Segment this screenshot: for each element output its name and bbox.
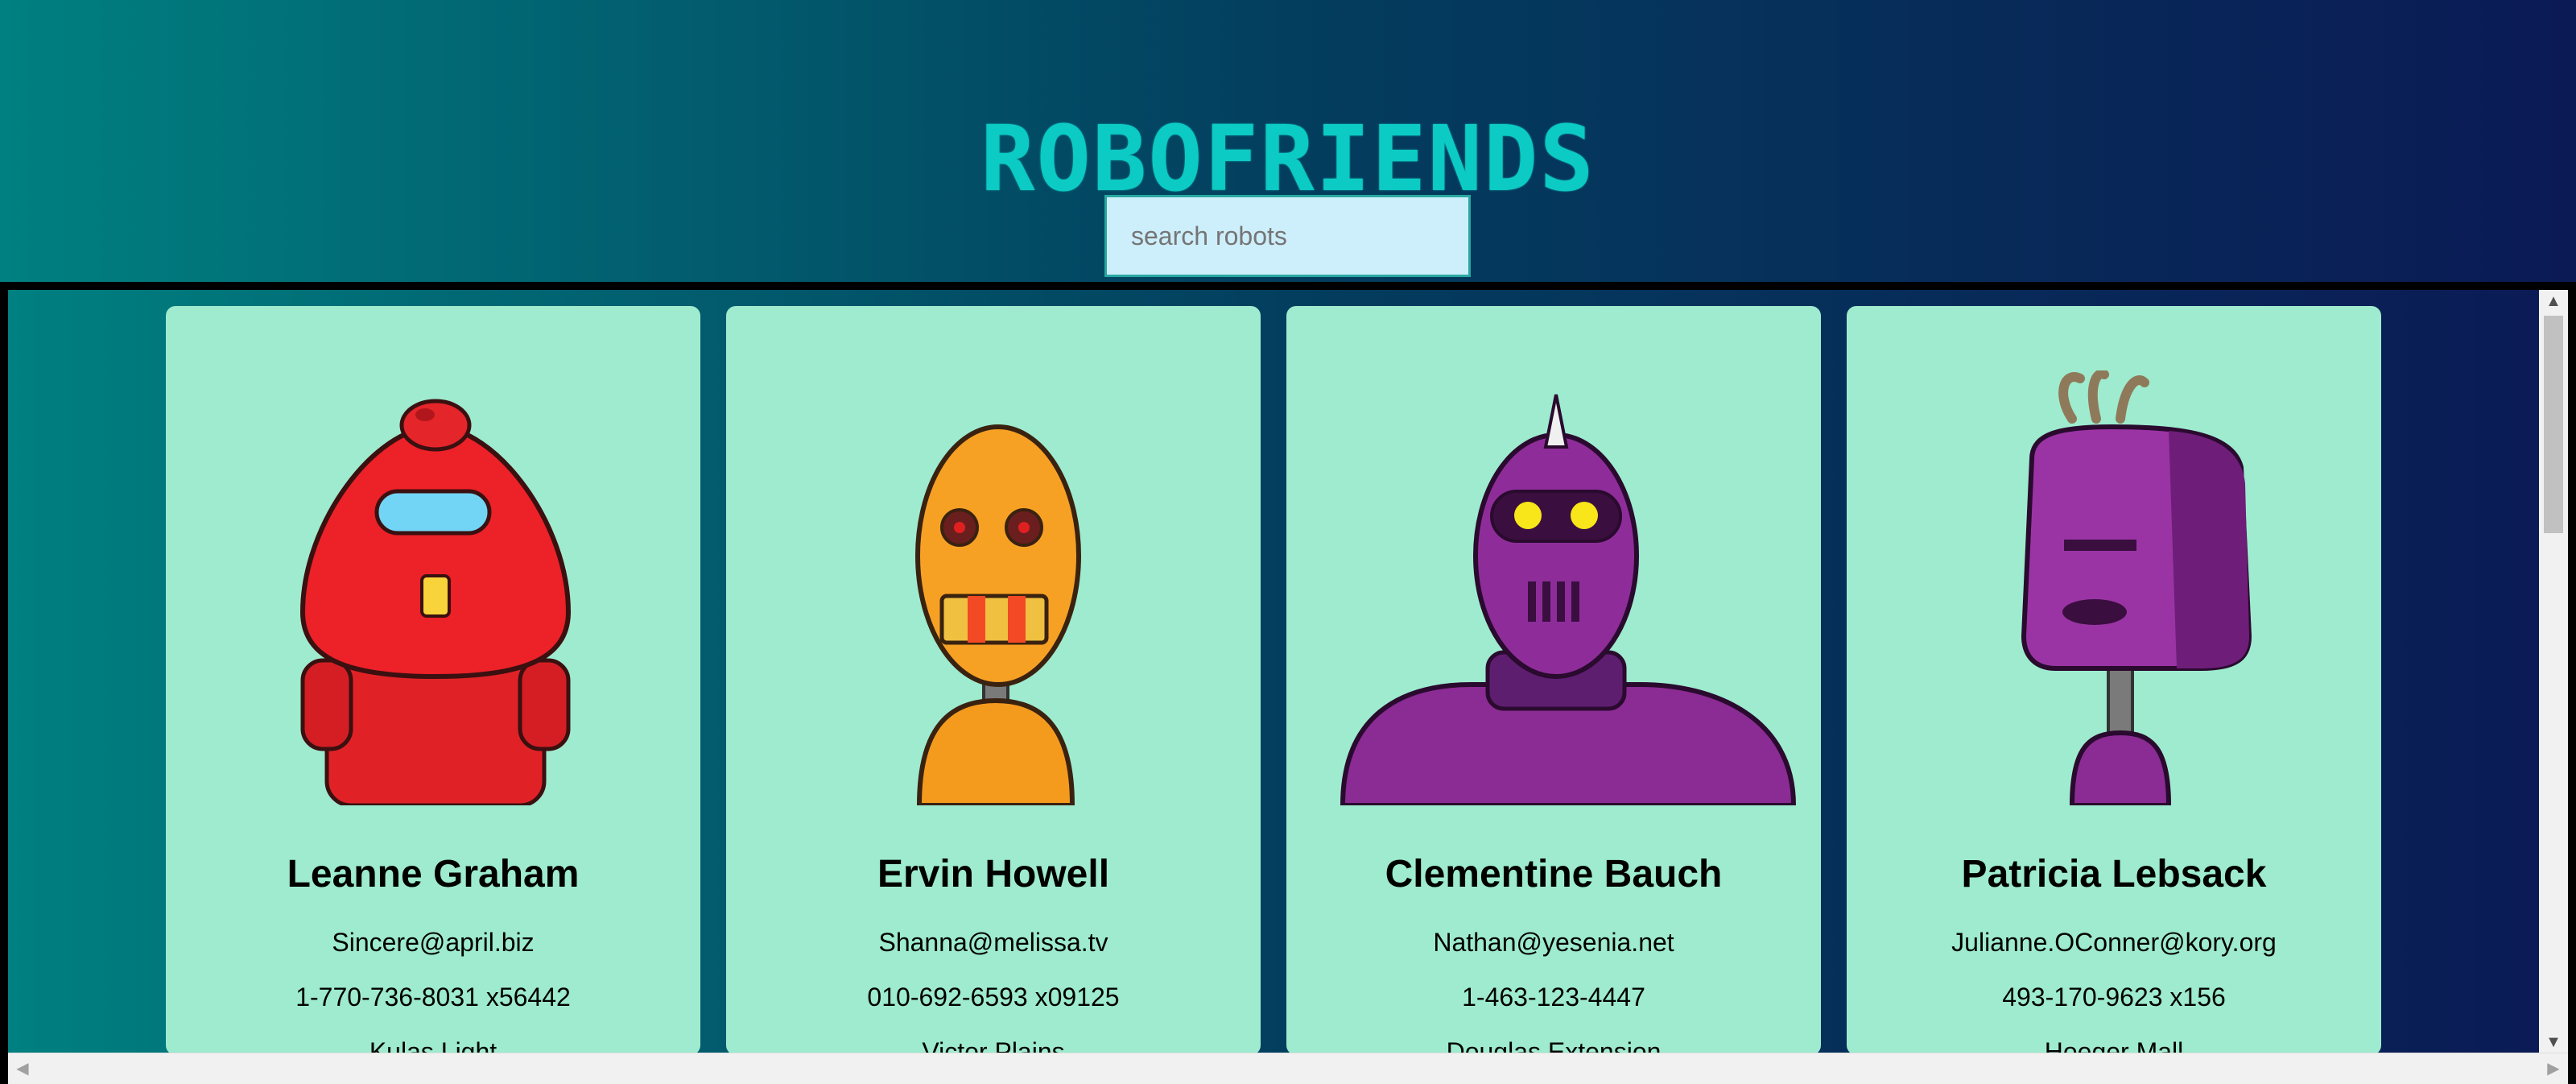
scroll-down-arrow-icon[interactable]: ▼ — [2539, 1031, 2568, 1053]
vertical-scroll-thumb[interactable] — [2544, 316, 2563, 533]
robot-phone: 1-463-123-4447 — [1462, 983, 1645, 1012]
robot-phone: 1-770-736-8031 x56442 — [295, 983, 571, 1012]
scroll-right-arrow-icon[interactable]: ▶ — [2539, 1053, 2568, 1084]
robot-name: Leanne Graham — [287, 853, 580, 896]
robot-name: Patricia Lebsack — [1961, 853, 2267, 896]
robot-avatar-image — [2021, 370, 2252, 805]
scroll-left-arrow-icon[interactable]: ◀ — [8, 1053, 37, 1084]
search-input[interactable] — [1104, 195, 1471, 277]
robot-card-list: Leanne Graham Sincere@april.biz 1-770-73… — [0, 282, 2576, 1084]
robot-card: Leanne Graham Sincere@april.biz 1-770-73… — [166, 306, 700, 1066]
robot-name: Clementine Bauch — [1385, 853, 1723, 896]
horizontal-scrollbar[interactable]: ◀ ▶ — [8, 1053, 2568, 1084]
scroll-up-arrow-icon[interactable]: ▲ — [2539, 290, 2568, 312]
robot-card: Clementine Bauch Nathan@yesenia.net 1-46… — [1286, 306, 1821, 1066]
robot-email: Nathan@yesenia.net — [1433, 928, 1674, 957]
robot-name: Ervin Howell — [877, 853, 1110, 896]
vertical-scrollbar[interactable]: ▲ ▼ — [2539, 290, 2568, 1053]
robot-card: Ervin Howell Shanna@melissa.tv 010-692-6… — [726, 306, 1261, 1066]
robot-phone: 010-692-6593 x09125 — [867, 983, 1120, 1012]
robot-avatar-image — [299, 399, 572, 805]
robot-email: Julianne.OConner@kory.org — [1951, 928, 2277, 957]
robot-email: Shanna@melissa.tv — [878, 928, 1108, 957]
robot-phone: 493-170-9623 x156 — [2002, 983, 2226, 1012]
robot-email: Sincere@april.biz — [332, 928, 535, 957]
robot-avatar-image — [915, 424, 1081, 805]
robot-card: Patricia Lebsack Julianne.OConner@kory.o… — [1847, 306, 2381, 1066]
robot-avatar-image — [1340, 394, 1797, 805]
